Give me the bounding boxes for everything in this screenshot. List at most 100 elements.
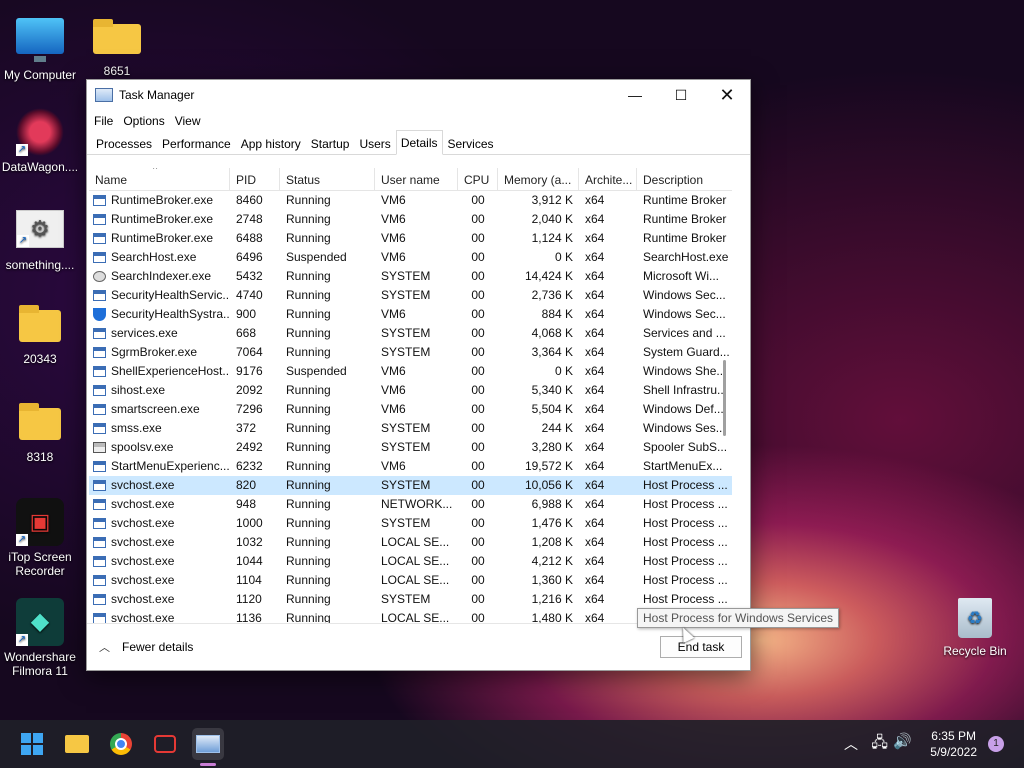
column-header-name[interactable]: Name [89,168,230,190]
table-row[interactable]: svchost.exe 1120 Running SYSTEM 00 1,216 K x64… [89,590,732,609]
datawagon-icon: ↗ [16,108,64,156]
fewer-details-label: Fewer details [122,640,194,654]
table-row[interactable]: smss.exe 372 Running SYSTEM 00 244 K x64 Window… [89,419,732,438]
column-header-user-name[interactable]: User name [375,168,458,190]
tab-services[interactable]: Services [443,133,499,155]
table-row[interactable]: SecurityHealthSystra... 900 Running VM6 00 88… [89,305,732,324]
table-row[interactable]: RuntimeBroker.exe 6488 Running VM6 00 1,124 K… [89,229,732,248]
vertical-scrollbar-thumb[interactable] [723,360,726,436]
desktop-icon-recycle-bin[interactable]: ♻ Recycle Bin [935,598,1015,658]
maximize-button[interactable]: ☐ [658,80,704,110]
end-task-button[interactable]: End task [660,636,742,658]
cell-name: RuntimeBroker.exe [89,191,230,210]
table-row[interactable]: SecurityHealthServic... 4740 Running SYSTEM… [89,286,732,305]
table-row[interactable]: svchost.exe 1044 Running LOCAL SE... 00 4,212… [89,552,732,571]
window-title: Task Manager [119,88,195,102]
system-clock[interactable]: 6:35 PM 5/9/2022 [930,728,977,760]
desktop-icon-folder-8318[interactable]: 8318 [0,403,80,464]
notification-badge[interactable]: 1 [988,736,1004,752]
tab-users[interactable]: Users [354,133,395,155]
task-manager-taskbar-button[interactable] [192,728,224,760]
table-row[interactable]: services.exe 668 Running SYSTEM 00 4,068 K x64… [89,324,732,343]
process-name: ShellExperienceHost.... [111,364,230,378]
start-button[interactable] [16,728,48,760]
table-row[interactable]: svchost.exe 1136 Running LOCAL SE... 00 1,480… [89,609,732,624]
cell-architecture: x64 [585,345,605,359]
cell-architecture: x64 [585,535,605,549]
table-row[interactable]: RuntimeBroker.exe 8460 Running VM6 00 3,912 K… [89,191,732,210]
cell-cpu: 00 [471,212,485,226]
cell-name: svchost.exe [89,514,230,533]
network-icon[interactable]: 🖧 [871,732,888,757]
desktop-icon-something[interactable]: ⚙ ↗ something.... [0,206,80,272]
cell-status: Running [286,611,331,624]
printer-icon [93,442,106,453]
tab-details[interactable]: Details [395,130,443,155]
table-row[interactable]: ShellExperienceHost.... 9176 Suspended VM6 0… [89,362,732,381]
desktop-icon-filmora[interactable]: ◆ ↗ Wondershare Filmora 11 [0,598,80,678]
table-row[interactable]: SearchHost.exe 6496 Suspended VM6 00 0 K x64 Se… [89,248,732,267]
desktop-icon-datawagon[interactable]: ↗ DataWagon.... [0,108,80,174]
cell-memory: 5,340 K [531,383,573,397]
desktop-icon-folder-8651[interactable]: 8651 [77,18,157,78]
cell-cpu: 00 [471,307,485,321]
cell-description: Shell Infrastru... [643,383,728,397]
show-hidden-icons-chevron-icon[interactable]: ︿ [844,734,858,754]
tab-startup[interactable]: Startup [306,133,355,155]
process-window-icon [93,461,106,472]
table-row[interactable]: SgrmBroker.exe 7064 Running SYSTEM 00 3,364 K… [89,343,732,362]
cell-memory: 3,280 K [531,440,573,454]
volume-icon[interactable]: 🔊 [893,732,912,750]
column-header-pid[interactable]: PID [230,168,280,190]
table-row[interactable]: sihost.exe 2092 Running VM6 00 5,340 K x64 Shel… [89,381,732,400]
task-manager-window[interactable]: Task Manager — ☐ ✕ File Options View Pro… [86,79,751,671]
itop-recorder-taskbar-button[interactable] [149,728,181,760]
menu-file[interactable]: File [89,114,118,128]
cell-status: Running [286,402,331,416]
column-header-cpu[interactable]: CPU [458,168,498,190]
tab-performance[interactable]: Performance [157,133,236,155]
tab-processes[interactable]: Processes [91,133,157,155]
column-header-memory[interactable]: Memory (a... [498,168,579,190]
cell-status: Running [286,497,331,511]
process-window-icon [93,499,106,510]
close-button[interactable]: ✕ [704,80,750,110]
title-bar[interactable]: Task Manager — ☐ ✕ [87,80,750,110]
menu-options[interactable]: Options [118,114,169,128]
table-row[interactable]: spoolsv.exe 2492 Running SYSTEM 00 3,280 K x64… [89,438,732,457]
fewer-details-button[interactable]: ︿ Fewer details [99,639,193,655]
cell-architecture: x64 [585,307,605,321]
file-explorer-button[interactable] [61,728,93,760]
cell-name: SearchHost.exe [89,248,230,267]
table-row[interactable]: svchost.exe 1104 Running LOCAL SE... 00 1,360… [89,571,732,590]
table-row[interactable]: smartscreen.exe 7296 Running VM6 00 5,504 K x6… [89,400,732,419]
table-row[interactable]: SearchIndexer.exe 5432 Running SYSTEM 00 14,4… [89,267,732,286]
minimize-button[interactable]: — [612,80,658,110]
cell-cpu: 00 [471,288,485,302]
table-body: RuntimeBroker.exe 8460 Running VM6 00 3,912 K… [89,191,732,624]
column-header-status[interactable]: Status [280,168,375,190]
cell-architecture: x64 [585,364,605,378]
cell-user-name: LOCAL SE... [381,554,450,568]
process-name: smartscreen.exe [111,402,200,416]
column-header-description[interactable]: Description [637,168,732,190]
cell-pid: 1044 [236,554,263,568]
table-row[interactable]: svchost.exe 1000 Running SYSTEM 00 1,476 K x64… [89,514,732,533]
taskbar: ︿ 🖧 🔊 6:35 PM 5/9/2022 1 [0,720,1024,768]
table-row[interactable]: svchost.exe 1032 Running LOCAL SE... 00 1,208… [89,533,732,552]
desktop-icon-my-computer[interactable]: My Computer [0,12,80,82]
cell-memory: 6,988 K [531,497,573,511]
process-window-icon [93,366,106,377]
desktop-icon-itop-recorder[interactable]: ▣ ↗ iTop Screen Recorder [0,498,80,578]
cell-user-name: SYSTEM [381,478,431,492]
table-row[interactable]: RuntimeBroker.exe 2748 Running VM6 00 2,040 K… [89,210,732,229]
table-row[interactable]: StartMenuExperienc... 6232 Running VM6 00 19,… [89,457,732,476]
chrome-button[interactable] [105,728,137,760]
table-row[interactable]: svchost.exe 820 Running SYSTEM 00 10,056 K x64… [89,476,732,495]
table-row[interactable]: svchost.exe 948 Running NETWORK... 00 6,988 K… [89,495,732,514]
desktop-icon-folder-20343[interactable]: 20343 [0,305,80,366]
cell-status: Running [286,421,331,435]
tab-app-history[interactable]: App history [236,133,306,155]
menu-view[interactable]: View [170,114,206,128]
column-header-architecture[interactable]: Archite... [579,168,637,190]
